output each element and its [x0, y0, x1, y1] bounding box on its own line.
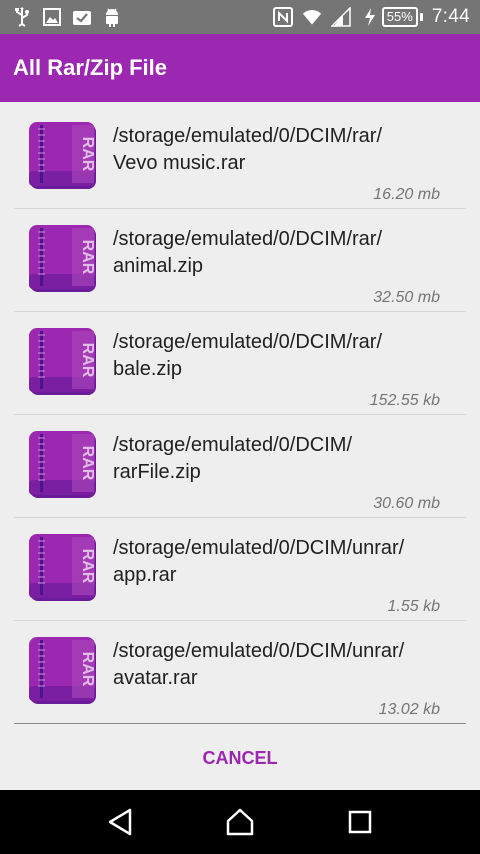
- rar-archive-icon: RAR: [28, 430, 98, 500]
- back-icon[interactable]: [100, 802, 140, 842]
- file-size: 1.55 kb: [387, 598, 440, 615]
- svg-text:RAR: RAR: [79, 549, 96, 584]
- list-item[interactable]: RAR /storage/emulated/0/DCIM/unrar/ avat…: [14, 621, 466, 723]
- svg-text:RAR: RAR: [79, 137, 96, 172]
- battery-level: 55%: [381, 7, 418, 27]
- list-item[interactable]: RAR /storage/emulated/0/DCIM/ rarFile.zi…: [14, 415, 466, 518]
- file-path: /storage/emulated/0/DCIM/unrar/ avatar.r…: [113, 640, 405, 689]
- rar-archive-icon: RAR: [28, 121, 98, 191]
- usb-icon: [12, 7, 32, 27]
- nfc-icon: [272, 7, 293, 27]
- svg-text:RAR: RAR: [79, 446, 96, 481]
- clipboard-check-icon: [72, 7, 92, 27]
- battery-tip: [419, 13, 423, 21]
- battery-indicator: 55%: [360, 7, 423, 27]
- rar-archive-icon: RAR: [28, 327, 98, 397]
- file-path: /storage/emulated/0/DCIM/rar/ animal.zip: [113, 228, 382, 277]
- svg-text:RAR: RAR: [79, 652, 96, 687]
- recents-icon[interactable]: [340, 802, 380, 842]
- wifi-icon: [302, 7, 322, 27]
- svg-text:RAR: RAR: [79, 240, 96, 275]
- rar-archive-icon: RAR: [28, 636, 98, 706]
- rar-archive-icon: RAR: [28, 533, 98, 603]
- file-size: 16.20 mb: [373, 186, 440, 203]
- file-size: 13.02 kb: [378, 701, 440, 718]
- file-list[interactable]: RAR /storage/emulated/0/DCIM/rar/ Vevo m…: [14, 106, 466, 723]
- file-size: 32.50 mb: [373, 289, 440, 306]
- image-icon: [42, 7, 62, 27]
- list-divider: [14, 723, 466, 724]
- charging-icon: [360, 7, 380, 27]
- list-item[interactable]: RAR /storage/emulated/0/DCIM/rar/ animal…: [14, 209, 466, 312]
- svg-text:RAR: RAR: [79, 343, 96, 378]
- file-path: /storage/emulated/0/DCIM/unrar/ app.rar: [113, 537, 405, 586]
- status-bar: 55% 7:44: [0, 0, 480, 34]
- file-path: /storage/emulated/0/DCIM/rar/ bale.zip: [113, 331, 382, 380]
- home-icon[interactable]: [220, 802, 260, 842]
- list-item[interactable]: RAR /storage/emulated/0/DCIM/rar/ Vevo m…: [14, 106, 466, 209]
- clock: 7:44: [431, 6, 470, 27]
- file-path: /storage/emulated/0/DCIM/ rarFile.zip: [113, 434, 352, 483]
- cancel-button[interactable]: CANCEL: [190, 740, 290, 776]
- list-item[interactable]: RAR /storage/emulated/0/DCIM/unrar/ app.…: [14, 518, 466, 621]
- android-icon: [102, 7, 122, 27]
- rar-archive-icon: RAR: [28, 224, 98, 294]
- file-size: 30.60 mb: [373, 495, 440, 512]
- app-bar: All Rar/Zip File: [0, 34, 480, 102]
- file-path: /storage/emulated/0/DCIM/rar/ Vevo music…: [113, 125, 382, 174]
- page-title: All Rar/Zip File: [13, 55, 168, 80]
- signal-icon: [330, 7, 351, 27]
- navigation-bar: [0, 790, 480, 854]
- list-item[interactable]: RAR /storage/emulated/0/DCIM/rar/ bale.z…: [14, 312, 466, 415]
- file-size: 152.55 kb: [369, 392, 440, 409]
